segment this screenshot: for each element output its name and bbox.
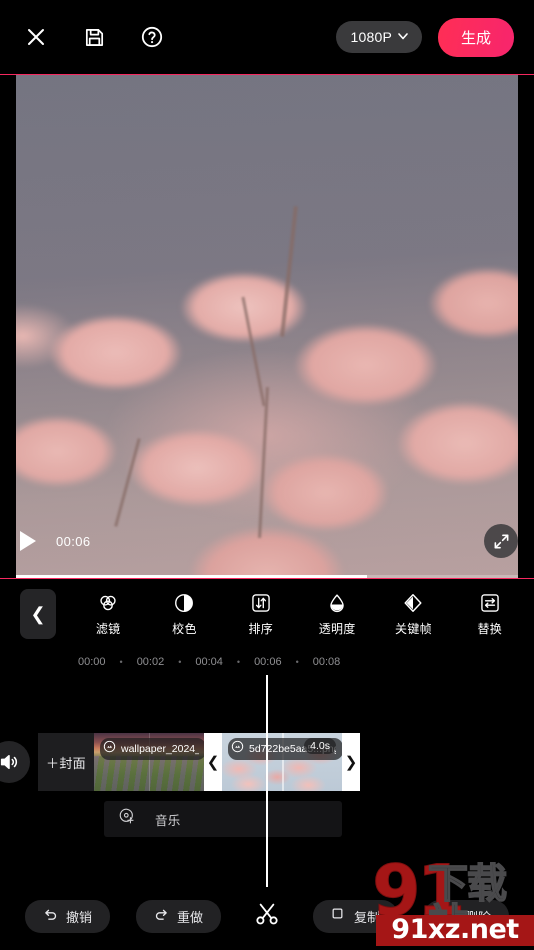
- split-icon: [254, 901, 280, 932]
- close-icon[interactable]: [20, 21, 52, 53]
- tool-label: 透明度: [318, 621, 356, 636]
- preview-blossoms: [16, 75, 518, 578]
- toolbar-items: 滤镜 校色 排序 透明度 关键帧 替换: [56, 592, 534, 637]
- copy-button[interactable]: 复制: [312, 899, 398, 933]
- timeline-clip-selected[interactable]: 5d722be5aa5...png 4.0s: [222, 733, 342, 791]
- ruler-separator: •: [295, 657, 299, 667]
- undo-label: 撤销: [65, 909, 92, 925]
- generate-button[interactable]: 生成: [437, 17, 514, 57]
- clip-strip: ＋封面 wallpaper_2024_0 ❮ 5d722be5aa5...png…: [38, 733, 360, 791]
- top-bar-left-actions: [20, 21, 168, 53]
- undo-icon: [43, 907, 58, 925]
- help-icon[interactable]: [136, 21, 168, 53]
- tool-label: 替换: [477, 621, 503, 636]
- add-music-label: 音乐: [155, 813, 181, 828]
- video-preview[interactable]: 00:06: [0, 74, 534, 579]
- tool-opacity[interactable]: 透明度: [308, 592, 366, 637]
- tool-label: 校色: [172, 621, 197, 636]
- top-bar-right-actions: 1080P 生成: [335, 17, 514, 57]
- image-asset-icon: [103, 740, 116, 758]
- player-controls: 00:06: [0, 524, 534, 558]
- ruler-separator: •: [236, 657, 241, 667]
- redo-button[interactable]: 重做: [135, 899, 221, 933]
- split-button[interactable]: [247, 901, 287, 932]
- tool-label: 排序: [248, 621, 274, 636]
- timeline-clip[interactable]: wallpaper_2024_0: [94, 733, 204, 791]
- color-correct-icon: [173, 592, 195, 614]
- add-cover-button[interactable]: ＋封面: [38, 733, 94, 791]
- ruler-separator: •: [178, 657, 182, 667]
- play-icon[interactable]: [20, 531, 36, 551]
- filter-icon: [97, 592, 119, 614]
- delete-label: 删除: [464, 909, 491, 925]
- copy-label: 复制: [353, 909, 380, 925]
- volume-icon[interactable]: [0, 741, 30, 783]
- opacity-icon: [326, 592, 348, 614]
- add-music-icon: [118, 807, 137, 831]
- resolution-selector[interactable]: 1080P: [335, 21, 422, 53]
- ruler-separator: •: [119, 657, 123, 667]
- playhead[interactable]: [266, 675, 268, 887]
- toolbar-back-button[interactable]: ❮: [20, 589, 56, 639]
- timeline[interactable]: 00:00 • 00:02 • 00:04 • 00:06 • 00:08 ＋封…: [0, 649, 534, 888]
- selected-clip-wrapper[interactable]: ❮ 5d722be5aa5...png 4.0s ❯: [204, 733, 360, 791]
- tool-replace[interactable]: 替换: [461, 592, 519, 637]
- ruler-tick: 00:00: [78, 656, 106, 668]
- timeline-ruler-ticks: 00:00 • 00:02 • 00:04 • 00:06 • 00:08: [78, 656, 340, 668]
- bottom-action-bar: 撤销 重做 复制 删除: [0, 888, 534, 950]
- keyframe-icon: [402, 592, 424, 614]
- video-editor-app: 1080P 生成 00:06 ❮ 滤镜 校色 排序 透明度 关键帧 替换 00:…: [0, 0, 534, 950]
- tool-label: 滤镜: [95, 621, 121, 636]
- redo-icon: [154, 907, 169, 925]
- timeline-ruler: 00:00 • 00:02 • 00:04 • 00:06 • 00:08: [0, 649, 534, 675]
- preview-canvas: [16, 75, 518, 578]
- redo-label: 重做: [176, 909, 203, 925]
- current-time-label: 00:06: [56, 533, 91, 549]
- top-bar: 1080P 生成: [0, 0, 534, 74]
- trim-handle-right[interactable]: ❯: [342, 733, 360, 791]
- undo-button[interactable]: 撤销: [24, 899, 110, 933]
- image-asset-icon: [231, 740, 244, 758]
- ruler-tick: 00:04: [195, 656, 223, 668]
- copy-icon: [331, 907, 346, 925]
- playback-progress-bar[interactable]: [16, 575, 518, 578]
- resolution-label: 1080P: [350, 29, 392, 45]
- replace-icon: [479, 592, 501, 614]
- clip-duration-badge: 4.0s: [304, 738, 336, 754]
- trash-icon: [442, 907, 457, 925]
- clip-action-toolbar: ❮ 滤镜 校色 排序 透明度 关键帧 替换: [0, 579, 534, 649]
- chevron-down-icon: [397, 29, 409, 45]
- playback-progress-fill: [16, 575, 368, 578]
- tool-color-correct[interactable]: 校色: [155, 592, 213, 637]
- add-music-row[interactable]: 音乐: [104, 801, 342, 837]
- trim-handle-left[interactable]: ❮: [204, 733, 222, 791]
- tool-keyframe[interactable]: 关键帧: [384, 592, 442, 637]
- sort-icon: [250, 592, 272, 614]
- tool-sort[interactable]: 排序: [232, 592, 290, 637]
- save-icon[interactable]: [78, 21, 110, 53]
- clip-name-label: wallpaper_2024_0: [121, 743, 199, 755]
- tool-filter[interactable]: 滤镜: [79, 592, 137, 637]
- ruler-tick: 00:06: [254, 656, 282, 668]
- clip-name-badge: wallpaper_2024_0: [100, 738, 204, 760]
- ruler-tick: 00:02: [136, 656, 165, 668]
- tool-label: 关键帧: [395, 621, 432, 636]
- delete-button[interactable]: 删除: [423, 899, 509, 933]
- fullscreen-icon[interactable]: [484, 524, 518, 558]
- ruler-tick: 00:08: [312, 656, 341, 668]
- chevron-left-icon: ❮: [30, 603, 46, 624]
